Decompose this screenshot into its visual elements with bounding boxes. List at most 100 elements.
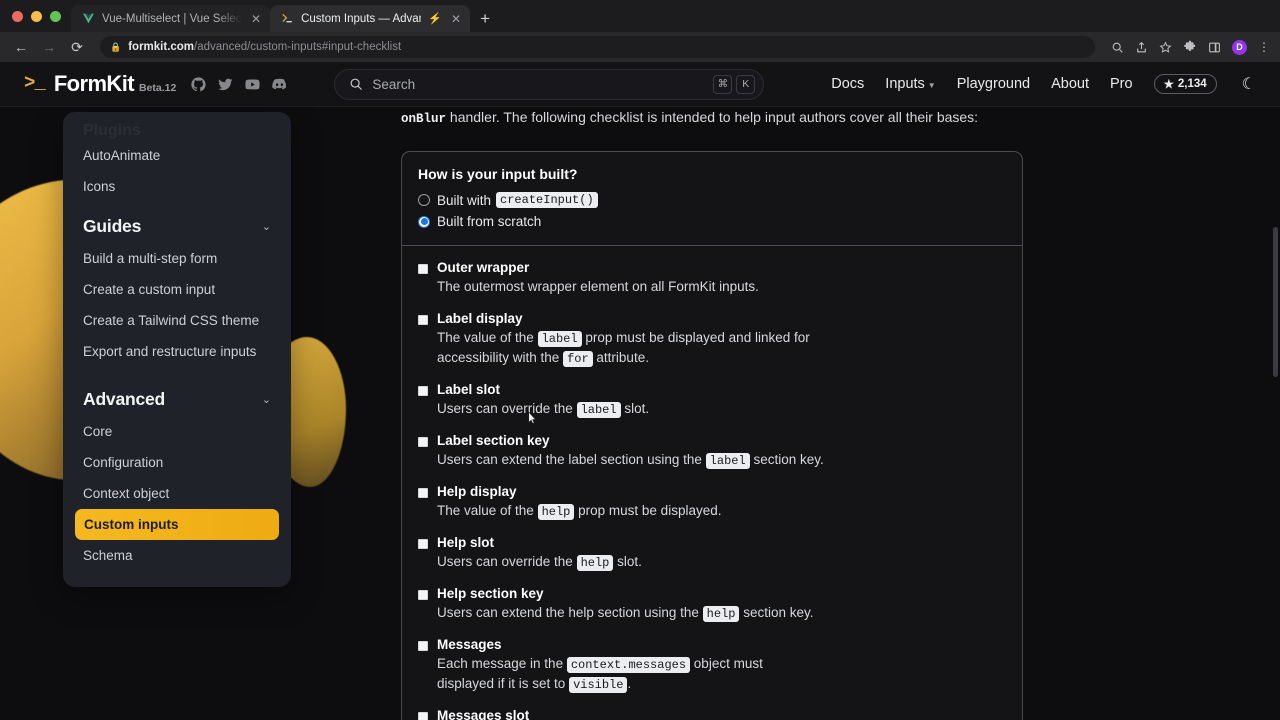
theme-toggle-moon-icon[interactable]: ☾ (1242, 74, 1256, 94)
desc-text: Users can override the (437, 553, 577, 569)
key-cmd: ⌘ (713, 74, 733, 94)
radio-option-built-with-createinput[interactable]: Built with createInput() (418, 192, 1006, 209)
checkbox-help-slot[interactable] (418, 538, 428, 549)
window-traffic-lights[interactable] (10, 0, 71, 32)
desc-code: help (576, 554, 614, 571)
page-viewport: >_ FormKit Beta.12 Search ⌘ K Docs Input… (0, 62, 1280, 720)
checklist-item-header[interactable]: Outer wrapper (418, 260, 1006, 275)
checklist-item-header[interactable]: Label slot (418, 382, 1006, 397)
search-input[interactable]: Search ⌘ K (334, 68, 765, 100)
checklist-item-header[interactable]: Label section key (418, 433, 1006, 448)
checklist-item-description: The outermost wrapper element on all For… (418, 277, 848, 296)
sidebar-section-advanced[interactable]: Advanced ⌄ (63, 367, 291, 416)
desc-code: visible (569, 676, 628, 693)
checklist-item-header[interactable]: Help display (418, 484, 1006, 499)
nav-link-about[interactable]: About (1051, 76, 1089, 92)
key-k: K (736, 74, 756, 94)
checklist-item-header[interactable]: Help slot (418, 535, 1006, 550)
nav-link-inputs[interactable]: Inputs ▼ (885, 76, 935, 92)
sidepanel-icon[interactable] (1208, 41, 1221, 54)
checklist-item-header[interactable]: Label display (418, 311, 1006, 326)
overflow-menu-icon[interactable]: ⋮ (1258, 40, 1270, 54)
close-tab-2-icon[interactable]: ✕ (451, 13, 461, 25)
new-tab-button[interactable]: + (470, 10, 500, 32)
maximize-window-button[interactable] (50, 10, 61, 22)
sidebar-item-context-object[interactable]: Context object (63, 478, 291, 509)
sidebar-item-autoanimate[interactable]: AutoAnimate (63, 140, 291, 171)
sidebar-section-guides[interactable]: Guides ⌄ (63, 202, 291, 243)
docs-sidebar: Plugins AutoAnimate Icons Guides ⌄ Build… (63, 112, 291, 587)
site-logo[interactable]: >_ FormKit Beta.12 (24, 71, 176, 97)
forward-icon[interactable]: → (38, 40, 60, 54)
url-path: /advanced/custom-inputs#input-checklist (194, 41, 402, 53)
checklist-item-header[interactable]: Messages slot (418, 708, 1006, 720)
page-body: Plugins AutoAnimate Icons Guides ⌄ Build… (0, 107, 1280, 720)
nav-link-docs[interactable]: Docs (831, 76, 864, 92)
checkbox-label-display[interactable] (418, 314, 428, 325)
profile-avatar[interactable]: D (1232, 39, 1247, 55)
browser-tab-2-title: Custom Inputs — Advanced (301, 12, 421, 25)
sidebar-section-guides-title: Guides (83, 216, 142, 236)
checkbox-label-slot[interactable] (418, 385, 428, 396)
youtube-icon[interactable] (244, 76, 261, 93)
mouse-cursor (528, 411, 537, 424)
desc-text: Users can extend the help section using … (437, 604, 703, 620)
nav-link-pro[interactable]: Pro (1110, 76, 1133, 92)
sidebar-item-create-a-custom-input[interactable]: Create a custom input (63, 274, 291, 305)
checklist-item-description: Each message in the context.messages obj… (418, 654, 818, 694)
chevron-down-icon[interactable]: ⌄ (262, 220, 271, 233)
extensions-puzzle-icon[interactable] (1183, 40, 1197, 54)
checkbox-label-section-key[interactable] (418, 436, 428, 447)
desc-code: label (705, 452, 750, 469)
sidebar-item-icons[interactable]: Icons (63, 171, 291, 202)
checklist-item-header[interactable]: Messages (418, 637, 1006, 652)
checkbox-messages-slot[interactable] (418, 711, 428, 720)
sidebar-item-custom-inputs[interactable]: Custom inputs (75, 509, 279, 540)
bookmark-star-icon[interactable] (1159, 40, 1172, 54)
reload-icon[interactable]: ⟳ (66, 40, 88, 54)
share-icon[interactable] (1135, 41, 1148, 54)
checkbox-outer-wrapper[interactable] (418, 264, 428, 275)
checklist-item-title: Outer wrapper (437, 260, 530, 276)
sidebar-item-schema[interactable]: Schema (63, 540, 291, 571)
checklist-item: Label slot Users can override the label … (418, 382, 1006, 419)
minimize-window-button[interactable] (31, 10, 42, 22)
browser-tab-2[interactable]: Custom Inputs — Advanced ⚡ ✕ (270, 5, 471, 32)
checklist-item: Label section key Users can extend the l… (418, 433, 1006, 470)
zoom-icon[interactable] (1111, 41, 1124, 54)
checklist-item: Help display The value of the help prop … (418, 484, 1006, 521)
github-icon[interactable] (190, 76, 207, 93)
sidebar-item-build-a-multi-step-form[interactable]: Build a multi-step form (63, 243, 291, 274)
github-stars-badge[interactable]: ★ 2,134 (1153, 74, 1217, 94)
desc-code: help (702, 605, 740, 622)
close-window-button[interactable] (12, 10, 23, 22)
browser-tab-1[interactable]: Vue-Multiselect | Vue Select L ✕ (71, 5, 271, 32)
twitter-icon[interactable] (217, 76, 234, 93)
chevron-down-icon[interactable]: ⌄ (262, 393, 271, 406)
sidebar-item-create-a-tailwind-css-theme[interactable]: Create a Tailwind CSS theme (63, 305, 291, 336)
radio-option-2-label: Built from scratch (437, 214, 541, 229)
checklist-item-header[interactable]: Help section key (418, 586, 1006, 601)
checkbox-help-section-key[interactable] (418, 589, 428, 600)
lightning-bolt-icon: ⚡ (428, 13, 442, 25)
checklist-item-title: Label slot (437, 381, 501, 397)
sidebar-item-export-and-restructure-inputs[interactable]: Export and restructure inputs (63, 336, 291, 367)
back-icon[interactable]: ← (10, 40, 32, 54)
nav-link-playground[interactable]: Playground (957, 76, 1030, 92)
radio-icon-unchecked[interactable] (418, 194, 430, 207)
radio-option-built-from-scratch[interactable]: Built from scratch (418, 214, 1006, 229)
address-bar[interactable]: 🔒 formkit.com/advanced/custom-inputs#inp… (100, 36, 1095, 58)
desc-text: slot. (620, 400, 650, 416)
sidebar-item-configuration[interactable]: Configuration (63, 447, 291, 478)
checkbox-help-display[interactable] (418, 487, 428, 498)
desc-text: Each message in the (437, 655, 567, 671)
checklist-item-description: Users can extend the help section using … (418, 603, 898, 623)
checklist-item: Help slot Users can override the help sl… (418, 535, 1006, 572)
discord-icon[interactable] (271, 76, 288, 93)
star-icon: ★ (1163, 79, 1174, 91)
close-tab-1-icon[interactable]: ✕ (251, 13, 261, 25)
search-icon (349, 77, 363, 91)
checkbox-messages[interactable] (418, 640, 428, 651)
radio-icon-checked[interactable] (418, 215, 430, 228)
sidebar-item-core[interactable]: Core (63, 416, 291, 447)
